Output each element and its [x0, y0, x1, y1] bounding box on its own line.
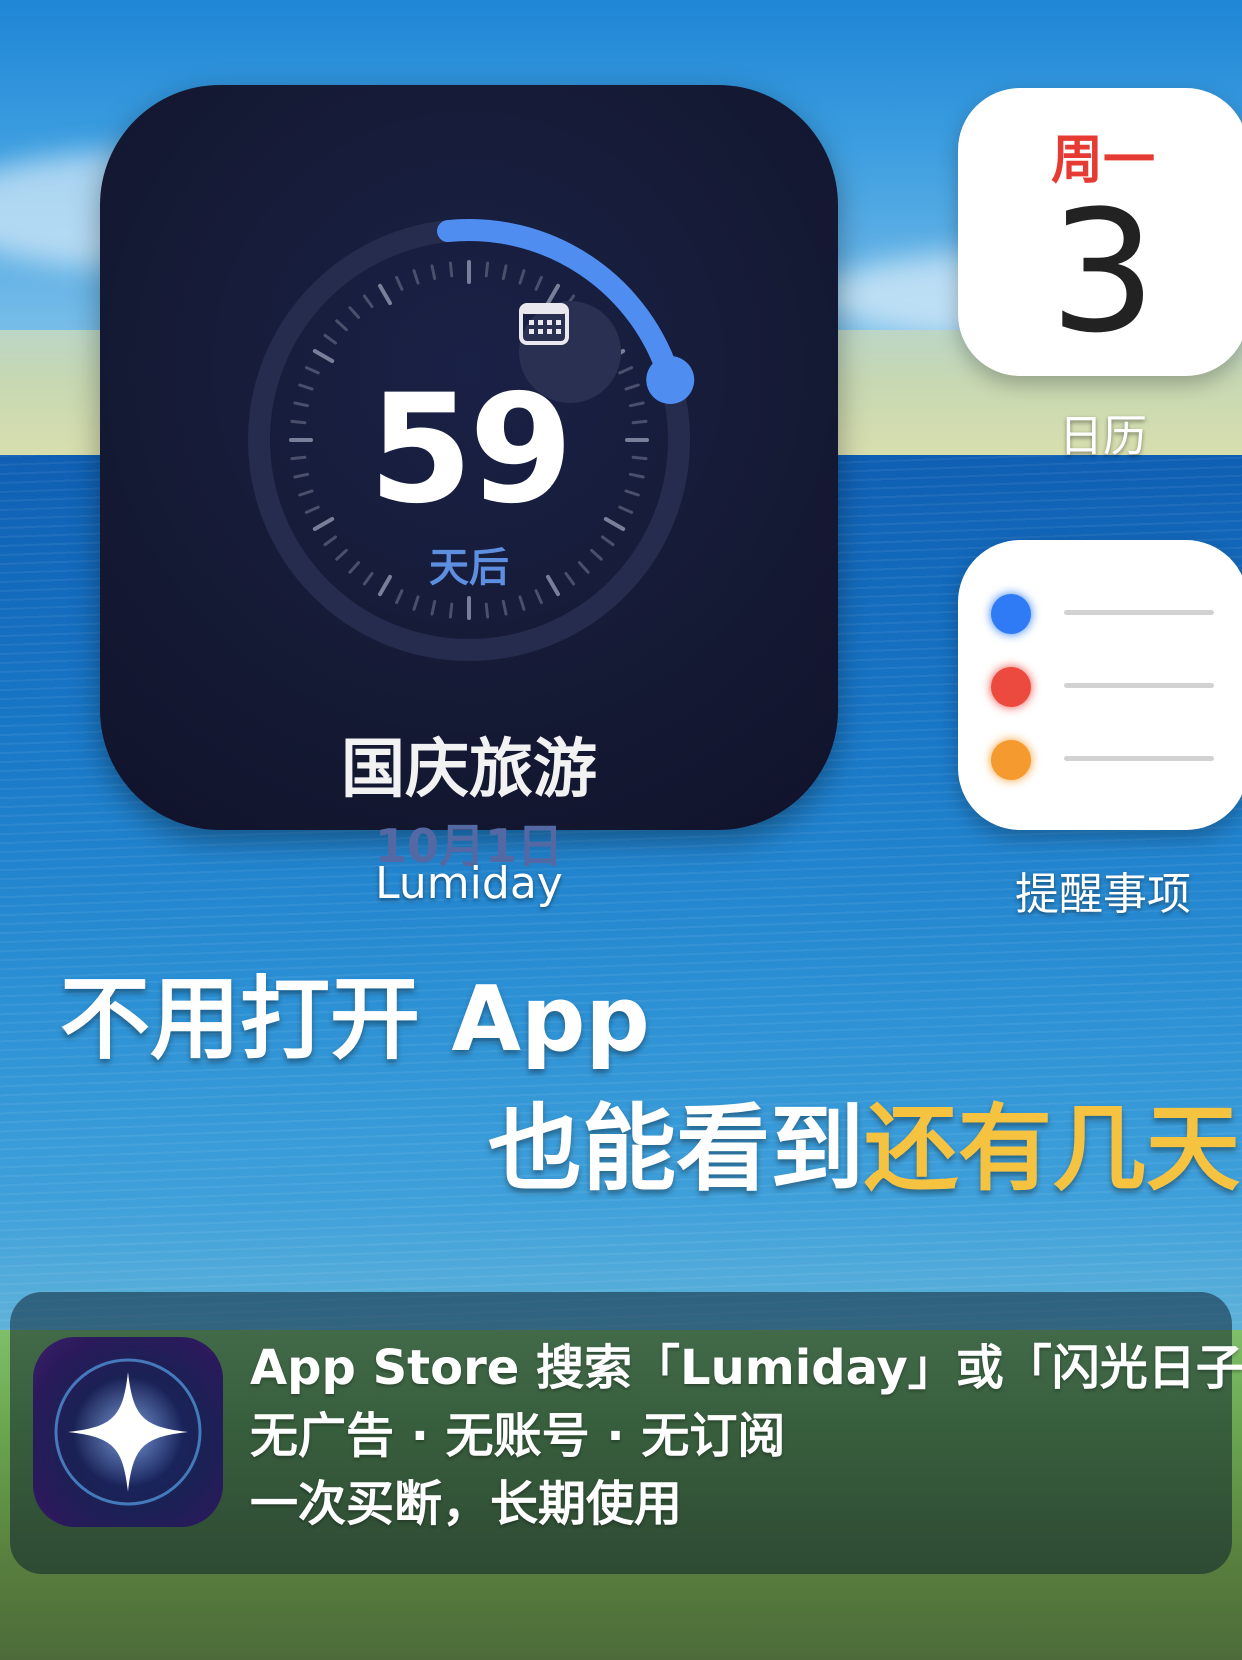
- event-title: 国庆旅游: [341, 733, 597, 807]
- reminder-dot-orange: [991, 740, 1031, 780]
- promo-panel: App Store 搜索「Lumiday」或「闪光日子」 无广告 · 无账号 ·…: [10, 1292, 1242, 1574]
- promo-search-text: App Store 搜索「Lumiday」或「闪光日子」: [250, 1340, 1242, 1396]
- dial-tick: [312, 349, 335, 363]
- dial-tick: [430, 599, 437, 616]
- dial-tick: [501, 599, 508, 616]
- dial-tick: [518, 269, 526, 285]
- reminder-line: [1064, 756, 1214, 761]
- headline-line-2: 也能看到还有几天: [488, 1095, 1240, 1205]
- reminders-app-icon[interactable]: [958, 540, 1242, 830]
- sparkle-icon: [54, 1358, 202, 1506]
- dial-tick: [534, 275, 543, 291]
- dial-tick: [518, 595, 526, 611]
- dial-tick: [484, 261, 490, 278]
- dial-tick: [448, 261, 454, 278]
- dial-tick: [430, 264, 437, 281]
- dial-tick: [378, 283, 392, 306]
- reminder-line: [1064, 610, 1214, 615]
- dial-tick: [362, 294, 374, 309]
- dial-tick: [618, 366, 634, 375]
- dial-tick: [484, 602, 490, 619]
- dial-tick: [412, 269, 420, 285]
- lumiday-app-icon[interactable]: [33, 1337, 223, 1527]
- lumiday-widget-label: Lumiday: [375, 858, 563, 909]
- promo-features-text: 无广告 · 无账号 · 无订阅: [250, 1408, 786, 1464]
- dial-tick: [323, 333, 338, 345]
- dial-tick: [501, 264, 508, 281]
- dial-tick: [348, 306, 361, 319]
- promo-purchase-text: 一次买断，长期使用: [250, 1476, 683, 1532]
- headline-prefix: 也能看到: [488, 1095, 865, 1204]
- headline-accent: 还有几天: [864, 1095, 1241, 1204]
- dial-tick: [412, 595, 420, 611]
- reminders-app-label: 提醒事项: [1015, 869, 1191, 920]
- calendar-app-label: 日历: [1059, 411, 1147, 462]
- days-suffix: 天后: [429, 545, 509, 591]
- dial-tick: [395, 275, 404, 291]
- days-remaining: 59: [368, 363, 574, 537]
- reminder-dot-blue: [991, 594, 1031, 634]
- reminder-line: [1064, 683, 1214, 688]
- dial-tick: [304, 366, 320, 375]
- calendar-day: 3: [1049, 174, 1157, 370]
- reminder-dot-red: [991, 667, 1031, 707]
- dial-tick: [448, 602, 454, 619]
- countdown-widget[interactable]: 59 天后 国庆旅游 10月1日: [100, 85, 838, 873]
- headline-line-1: 不用打开 App: [60, 967, 650, 1072]
- dial-tick: [335, 319, 348, 332]
- calendar-app-icon[interactable]: 周一 3: [958, 88, 1242, 376]
